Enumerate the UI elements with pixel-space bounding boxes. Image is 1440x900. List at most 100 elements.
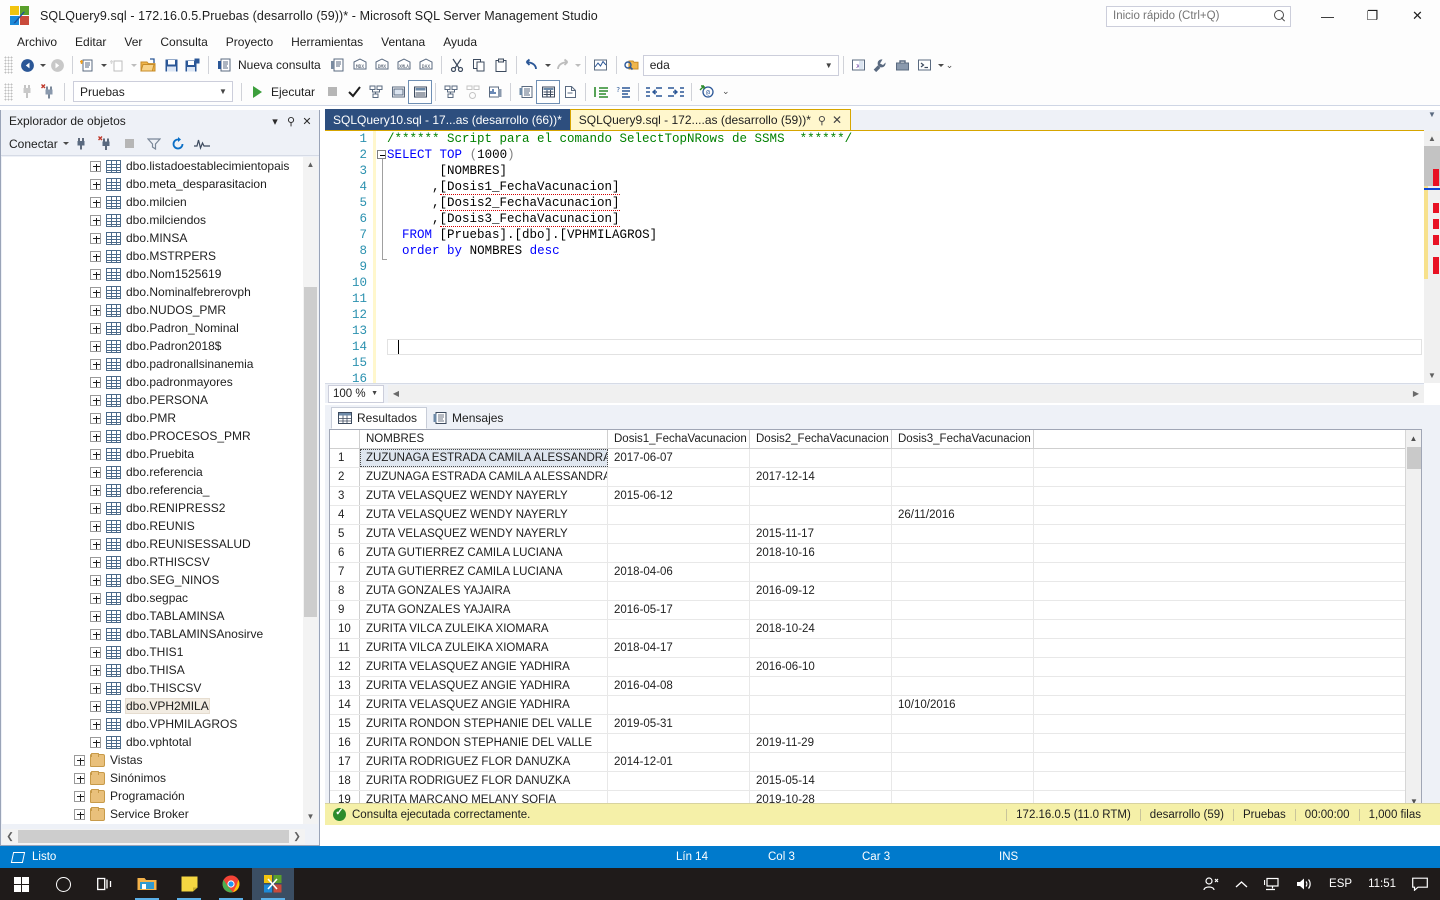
expand-icon[interactable]	[90, 394, 101, 406]
tree-node[interactable]: dbo.MINSA	[2, 229, 305, 247]
object-explorer-vscrollbar[interactable]: ▲ ▼	[303, 157, 318, 824]
cell-nombres[interactable]: ZUTA VELASQUEZ WENDY NAYERLY	[360, 525, 608, 543]
language-indicator[interactable]: ESP	[1321, 868, 1360, 900]
code-line[interactable]	[387, 371, 1424, 383]
expand-icon[interactable]	[90, 358, 101, 370]
cell-nombres[interactable]: ZUTA GONZALES YAJAIRA	[360, 601, 608, 619]
expand-icon[interactable]	[90, 160, 101, 172]
new-db-engine-query-button[interactable]	[327, 54, 349, 76]
cell-dosis1[interactable]	[608, 468, 750, 486]
results-to-file-button[interactable]	[559, 81, 581, 103]
toolbar-grip[interactable]	[4, 56, 13, 74]
row-number[interactable]: 7	[330, 563, 360, 581]
cell-dosis1[interactable]: 2018-04-06	[608, 563, 750, 581]
fold-collapse-icon[interactable]	[377, 150, 386, 159]
quick-launch-input[interactable]	[1113, 10, 1273, 22]
tree-node[interactable]: dbo.Padron_Nominal	[2, 319, 305, 337]
cell-dosis3[interactable]	[892, 772, 1034, 790]
editor-vscrollbar[interactable]: ▲ ▼	[1424, 131, 1440, 383]
table-row[interactable]: 1 ZUZUNAGA ESTRADA CAMILA ALESSANDRA 2017-…	[330, 449, 1406, 468]
code-line[interactable]	[387, 291, 1424, 307]
menu-herramientas[interactable]: Herramientas	[282, 33, 372, 51]
console-button[interactable]	[914, 54, 936, 76]
code-lines[interactable]: /****** Script para el comando SelectTop…	[387, 131, 1424, 383]
cortana-button[interactable]	[42, 868, 84, 900]
specify-values-for-template-button[interactable]: @	[696, 81, 718, 103]
toolbar-overflow-icon[interactable]: ⌄	[946, 60, 954, 71]
cell-dosis3[interactable]: 10/10/2016	[892, 696, 1034, 714]
cell-dosis1[interactable]: 2017-06-07	[608, 449, 750, 467]
cell-dosis2[interactable]: 2015-11-17	[750, 525, 892, 543]
expand-icon[interactable]	[90, 502, 101, 514]
table-row[interactable]: 6 ZUTA GUTIERREZ CAMILA LUCIANA 2018-10-16	[330, 544, 1406, 563]
table-row[interactable]: 2 ZUZUNAGA ESTRADA CAMILA ALESSANDRA 2017-…	[330, 468, 1406, 487]
tree-node[interactable]: dbo.REUNISESSALUD	[2, 535, 305, 553]
cell-dosis1[interactable]	[608, 734, 750, 752]
fold-margin[interactable]	[373, 131, 387, 383]
people-icon[interactable]	[1195, 868, 1227, 900]
tree-node[interactable]: dbo.MSTRPERS	[2, 247, 305, 265]
save-all-button[interactable]	[182, 54, 204, 76]
properties-window-button[interactable]	[870, 54, 892, 76]
new-analysis-dax-query-button[interactable]: DAX	[415, 54, 437, 76]
cell-dosis2[interactable]	[750, 601, 892, 619]
tree-node[interactable]: dbo.milcien	[2, 193, 305, 211]
expand-icon[interactable]	[90, 268, 101, 280]
cell-nombres[interactable]: ZUTA VELASQUEZ WENDY NAYERLY	[360, 506, 608, 524]
expand-icon[interactable]	[90, 178, 101, 190]
tree-node[interactable]: dbo.NUDOS_PMR	[2, 301, 305, 319]
save-button[interactable]	[160, 54, 182, 76]
row-number[interactable]: 1	[330, 449, 360, 467]
decrease-indent-button[interactable]	[643, 81, 665, 103]
column-header[interactable]	[330, 430, 360, 448]
console-dropdown-icon[interactable]	[937, 63, 944, 67]
tree-node[interactable]: dbo.padronallsinanemia	[2, 355, 305, 373]
scroll-left-icon[interactable]: ◀	[388, 389, 404, 398]
cell-nombres[interactable]: ZUTA VELASQUEZ WENDY NAYERLY	[360, 487, 608, 505]
table-row[interactable]: 16 ZURITA RONDON STEPHANIE DEL VALLE 2019-…	[330, 734, 1406, 753]
expand-icon[interactable]	[90, 232, 101, 244]
execute-button[interactable]	[246, 81, 268, 103]
tree-node[interactable]: Sinónimos	[2, 769, 305, 787]
clock[interactable]: 11:51	[1360, 868, 1404, 900]
tree-node[interactable]: dbo.VPHMILAGROS	[2, 715, 305, 733]
tree-node[interactable]: dbo.VPH2MILA	[2, 697, 305, 715]
expand-icon[interactable]	[74, 772, 85, 784]
expand-icon[interactable]	[90, 628, 101, 640]
copy-button[interactable]	[468, 54, 490, 76]
tree-node[interactable]: Vistas	[2, 751, 305, 769]
results-grid-vscrollbar[interactable]: ▲ ▼	[1405, 430, 1421, 809]
code-line[interactable]: /****** Script para el comando SelectTop…	[387, 131, 1424, 147]
editor-tab-sqlquery9[interactable]: SQLQuery9.sql - 172....as (desarrollo (5…	[569, 109, 851, 130]
scroll-down-icon[interactable]: ▼	[1424, 368, 1440, 383]
search-scope-icon[interactable]	[621, 54, 643, 76]
cell-nombres[interactable]: ZURITA VILCA ZULEIKA XIOMARA	[360, 620, 608, 638]
column-header[interactable]: Dosis2_FechaVacunacion	[750, 430, 892, 448]
results-to-text-button[interactable]	[515, 81, 537, 103]
row-number[interactable]: 5	[330, 525, 360, 543]
expand-icon[interactable]	[90, 520, 101, 532]
object-explorer-tree[interactable]: dbo.listadoestablecimientopais dbo.meta_d…	[2, 157, 305, 824]
cell-dosis1[interactable]	[608, 696, 750, 714]
menu-ayuda[interactable]: Ayuda	[434, 33, 486, 51]
filter-icon[interactable]	[143, 134, 165, 154]
paste-button[interactable]	[490, 54, 512, 76]
row-number[interactable]: 18	[330, 772, 360, 790]
cell-dosis3[interactable]	[892, 487, 1034, 505]
table-row[interactable]: 7 ZUTA GUTIERREZ CAMILA LUCIANA 2018-04-06	[330, 563, 1406, 582]
tree-node[interactable]: dbo.Padron2018$	[2, 337, 305, 355]
cell-dosis3[interactable]	[892, 468, 1034, 486]
tree-node[interactable]: dbo.referencia	[2, 463, 305, 481]
row-number[interactable]: 9	[330, 601, 360, 619]
row-number[interactable]: 3	[330, 487, 360, 505]
code-line[interactable]	[387, 323, 1424, 339]
new-query-button[interactable]	[213, 54, 235, 76]
cell-nombres[interactable]: ZURITA VELASQUEZ ANGIE YADHIRA	[360, 696, 608, 714]
cell-nombres[interactable]: ZURITA RONDON STEPHANIE DEL VALLE	[360, 734, 608, 752]
scroll-down-icon[interactable]: ▼	[303, 809, 318, 824]
tree-node[interactable]: dbo.PROCESOS_PMR	[2, 427, 305, 445]
toolbar-search-combo[interactable]: eda ▼	[642, 54, 839, 76]
expand-icon[interactable]	[90, 214, 101, 226]
cell-dosis1[interactable]	[608, 620, 750, 638]
menu-ver[interactable]: Ver	[115, 33, 151, 51]
